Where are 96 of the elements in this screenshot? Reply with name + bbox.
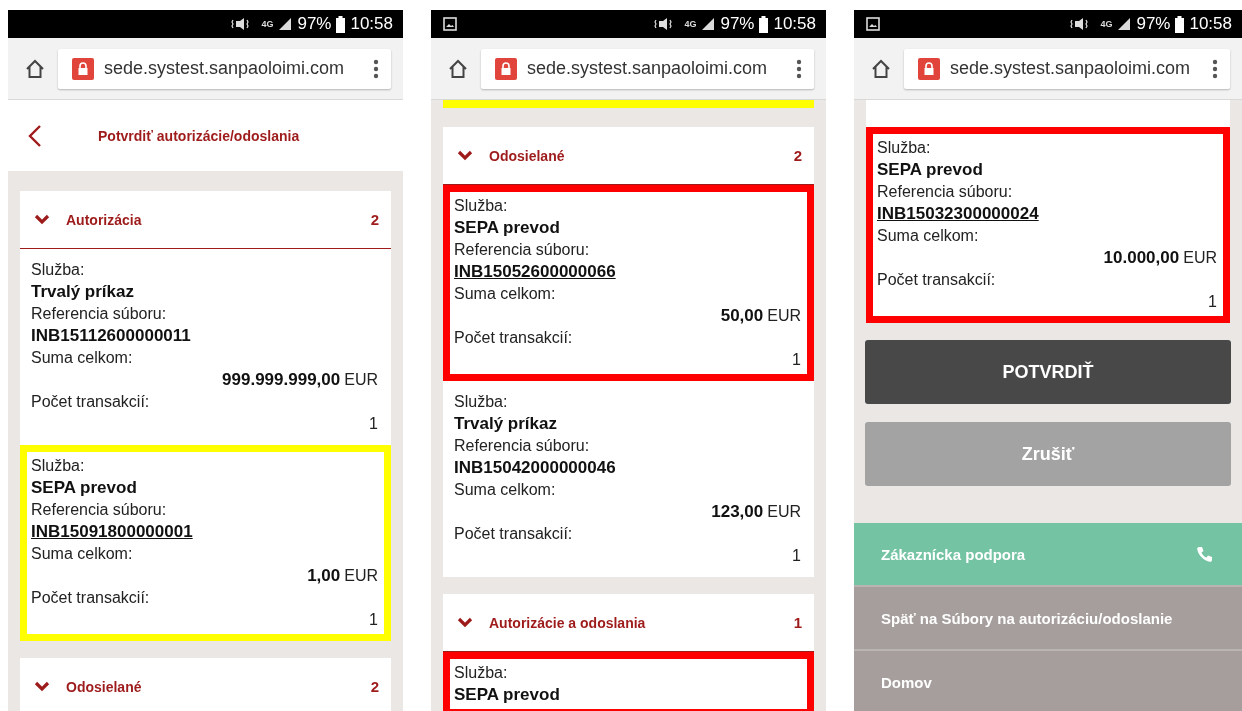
- count-value: 1: [792, 350, 801, 370]
- field-label: Počet transakcií:: [454, 524, 574, 544]
- footer-link-label: Späť na Súbory na autorizáciu/odoslanie: [881, 609, 1173, 627]
- field-label: Referencia súboru:: [877, 182, 1014, 202]
- reference-value: INB15112600000011: [31, 325, 191, 347]
- vibrate-icon: [653, 17, 674, 31]
- field-label: Služba:: [31, 456, 86, 476]
- address-field[interactable]: sede.systest.sanpaoloimi.com: [481, 48, 814, 89]
- field-label: Služba:: [454, 196, 509, 216]
- signal-icon: [701, 17, 716, 31]
- signal-icon: [1117, 17, 1132, 31]
- home-icon[interactable]: [870, 57, 892, 80]
- clock-time: 10:58: [1189, 14, 1232, 34]
- currency-label: EUR: [344, 566, 378, 586]
- reference-value: INB15042000000046: [454, 457, 616, 479]
- phone-icon: [1196, 545, 1214, 563]
- field-label: Počet transakcií:: [31, 588, 151, 608]
- vibrate-icon: [230, 17, 251, 31]
- amount-value: 50,00: [720, 305, 764, 327]
- field-label: Počet transakcií:: [454, 328, 574, 348]
- footer-link-label: Domov: [881, 673, 932, 691]
- network-label: 4G: [1100, 19, 1113, 29]
- section-title: Autorizácie a odoslania: [489, 614, 647, 631]
- field-label: Suma celkom:: [31, 348, 134, 368]
- currency-label: EUR: [767, 502, 801, 522]
- url-text: sede.systest.sanpaoloimi.com: [527, 58, 769, 79]
- field-label: Počet transakcií:: [877, 270, 997, 290]
- service-value: SEPA prevod: [454, 684, 561, 706]
- field-label: Služba:: [454, 663, 509, 683]
- section-title: Autorizácia: [66, 211, 143, 228]
- amount-value: 10.000,00: [1103, 247, 1180, 269]
- field-label: Suma celkom:: [454, 480, 557, 500]
- field-label: Suma celkom:: [877, 226, 980, 246]
- confirm-button[interactable]: POTVRDIŤ: [865, 340, 1231, 404]
- section-count: 2: [370, 211, 379, 228]
- field-label: Počet transakcií:: [31, 392, 151, 412]
- field-label: Referencia súboru:: [454, 436, 591, 456]
- currency-label: EUR: [344, 370, 378, 390]
- service-value: Trvalý príkaz: [31, 281, 135, 303]
- home-icon[interactable]: [447, 57, 469, 80]
- back-icon[interactable]: [28, 123, 42, 148]
- more-menu-icon[interactable]: [1212, 58, 1218, 79]
- field-label: Referencia súboru:: [31, 500, 168, 520]
- url-text: sede.systest.sanpaoloimi.com: [950, 58, 1192, 79]
- battery-icon: [759, 15, 769, 33]
- lock-icon: [72, 57, 94, 80]
- section-header[interactable]: Odosielané 2: [20, 658, 391, 711]
- battery-percent: 97%: [297, 14, 332, 34]
- amount-value: 999.999.999,00: [222, 369, 341, 391]
- field-label: Služba:: [877, 138, 932, 158]
- field-label: Referencia súboru:: [454, 240, 591, 260]
- service-value: SEPA prevod: [877, 159, 984, 181]
- home-icon[interactable]: [24, 57, 46, 80]
- signal-icon: [278, 17, 293, 31]
- count-value: 1: [369, 610, 378, 630]
- battery-percent: 97%: [720, 14, 755, 34]
- lock-icon: [918, 57, 940, 80]
- section-count: 2: [370, 678, 379, 695]
- network-label: 4G: [261, 19, 274, 29]
- battery-icon: [1175, 15, 1185, 33]
- vibrate-icon: [1069, 17, 1090, 31]
- clock-time: 10:58: [350, 14, 393, 34]
- network-label: 4G: [684, 19, 697, 29]
- amount-value: 123,00: [711, 501, 764, 523]
- address-field[interactable]: sede.systest.sanpaoloimi.com: [58, 48, 391, 89]
- battery-icon: [336, 15, 346, 33]
- address-field[interactable]: sede.systest.sanpaoloimi.com: [904, 48, 1230, 89]
- field-label: Suma celkom:: [31, 544, 134, 564]
- count-value: 1: [369, 414, 378, 434]
- section-title: Odosielané: [66, 678, 143, 695]
- field-label: Referencia súboru:: [31, 304, 168, 324]
- reference-link[interactable]: INB15052600000066: [454, 261, 616, 283]
- lock-icon: [495, 57, 517, 80]
- amount-value: 1,00: [307, 565, 341, 587]
- field-label: Suma celkom:: [454, 284, 557, 304]
- currency-label: EUR: [767, 306, 801, 326]
- count-value: 1: [1208, 292, 1217, 312]
- section-count: 1: [793, 614, 802, 631]
- url-text: sede.systest.sanpaoloimi.com: [104, 58, 346, 79]
- footer-link-label: Zákaznícka podpora: [881, 545, 1026, 563]
- more-menu-icon[interactable]: [373, 58, 379, 79]
- battery-percent: 97%: [1136, 14, 1171, 34]
- more-menu-icon[interactable]: [796, 58, 802, 79]
- field-label: Služba:: [454, 392, 509, 412]
- service-value: SEPA prevod: [31, 477, 138, 499]
- service-value: Trvalý príkaz: [454, 413, 558, 435]
- reference-link[interactable]: INB15032300000024: [877, 203, 1039, 225]
- field-label: Služba:: [31, 260, 86, 280]
- clock-time: 10:58: [773, 14, 816, 34]
- section-title: Odosielané: [489, 147, 566, 164]
- count-value: 1: [792, 546, 801, 566]
- currency-label: EUR: [1183, 248, 1217, 268]
- service-value: SEPA prevod: [454, 217, 561, 239]
- page-title: Potvrdiť autorizácie/odoslania: [98, 127, 300, 144]
- section-count: 2: [793, 147, 802, 164]
- reference-link[interactable]: INB15091800000001: [31, 521, 193, 543]
